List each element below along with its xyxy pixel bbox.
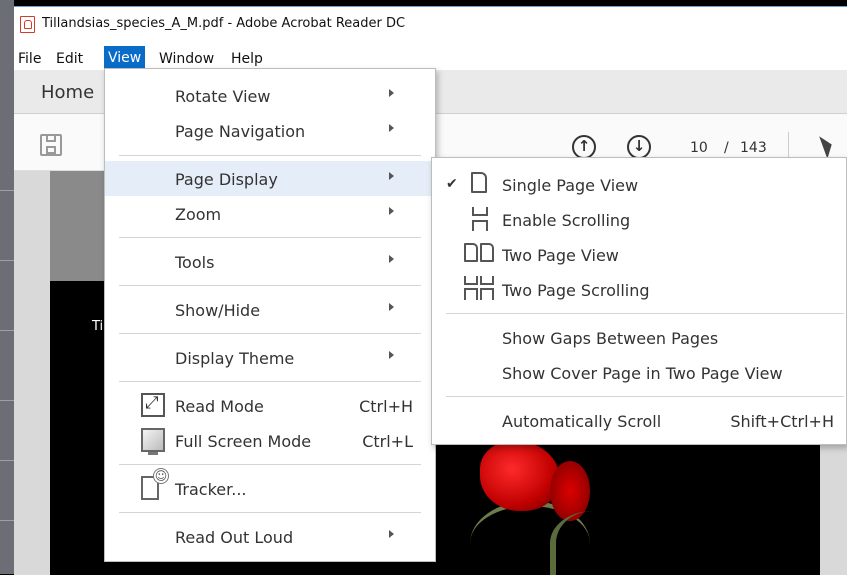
menu-help[interactable]: Help bbox=[227, 48, 267, 70]
menu-item-page-display[interactable]: Page Display bbox=[105, 161, 435, 196]
two-page-icon bbox=[464, 243, 496, 263]
previous-page-button[interactable]: ↑ bbox=[572, 135, 596, 159]
submenu-arrow-icon bbox=[389, 530, 394, 538]
submenu-arrow-icon bbox=[389, 124, 394, 132]
submenu-item-show-gaps[interactable]: Show Gaps Between Pages bbox=[432, 320, 846, 355]
full-screen-icon bbox=[141, 428, 165, 455]
page-separator: / bbox=[724, 140, 729, 156]
menu-item-label: Read Mode bbox=[175, 397, 264, 416]
menu-edit[interactable]: Edit bbox=[52, 48, 87, 70]
page-text: Ti bbox=[92, 319, 104, 334]
submenu-item-label: Show Gaps Between Pages bbox=[502, 329, 719, 348]
menu-divider bbox=[119, 381, 421, 382]
submenu-item-automatically-scroll[interactable]: Automatically Scroll Shift+Ctrl+H bbox=[432, 403, 846, 438]
menu-item-label: Display Theme bbox=[175, 349, 295, 368]
menu-item-label: Full Screen Mode bbox=[175, 432, 312, 451]
select-tool-icon[interactable] bbox=[819, 133, 836, 159]
submenu-item-two-page-scrolling[interactable]: Two Page Scrolling bbox=[432, 272, 846, 307]
menu-item-full-screen-mode[interactable]: Full Screen Mode Ctrl+L bbox=[105, 423, 435, 458]
submenu-arrow-icon bbox=[389, 172, 394, 180]
menu-divider bbox=[119, 285, 421, 286]
two-page-scrolling-icon bbox=[464, 276, 498, 302]
tab-home[interactable]: Home bbox=[41, 82, 94, 103]
menu-file[interactable]: File bbox=[14, 48, 45, 70]
submenu-item-two-page-view[interactable]: Two Page View bbox=[432, 237, 846, 272]
plant-leaf bbox=[550, 511, 636, 575]
menu-item-read-out-loud[interactable]: Read Out Loud bbox=[105, 519, 435, 554]
menu-divider bbox=[119, 333, 421, 334]
menu-item-shortcut: Ctrl+H bbox=[359, 397, 413, 416]
submenu-item-enable-scrolling[interactable]: Enable Scrolling bbox=[432, 202, 846, 237]
submenu-divider bbox=[446, 313, 844, 314]
menu-item-label: Rotate View bbox=[175, 87, 271, 106]
current-page-input[interactable]: 10 bbox=[690, 140, 708, 156]
menu-divider bbox=[119, 464, 421, 465]
submenu-item-label: Automatically Scroll bbox=[502, 412, 662, 431]
checkmark-icon: ✔ bbox=[446, 176, 458, 192]
submenu-item-label: Two Page View bbox=[502, 246, 619, 265]
menu-item-label: Zoom bbox=[175, 205, 222, 224]
menu-item-zoom[interactable]: Zoom bbox=[105, 196, 435, 231]
submenu-divider bbox=[446, 396, 844, 397]
menu-window[interactable]: Window bbox=[155, 48, 218, 70]
submenu-item-label: Enable Scrolling bbox=[502, 211, 631, 230]
tracker-icon bbox=[141, 468, 169, 500]
menu-bar: File Edit View Window Help bbox=[14, 39, 847, 70]
menu-item-label: Tracker... bbox=[175, 480, 247, 499]
red-flower-image bbox=[480, 441, 560, 511]
menu-item-label: Show/Hide bbox=[175, 301, 261, 320]
submenu-item-shortcut: Shift+Ctrl+H bbox=[730, 412, 834, 431]
menu-item-display-theme[interactable]: Display Theme bbox=[105, 340, 435, 375]
submenu-item-single-page-view[interactable]: ✔ Single Page View bbox=[432, 167, 846, 202]
read-mode-icon bbox=[141, 393, 165, 417]
view-menu-dropdown: Rotate View Page Navigation Page Display… bbox=[104, 68, 436, 562]
submenu-arrow-icon bbox=[389, 207, 394, 215]
submenu-item-show-cover-page[interactable]: Show Cover Page in Two Page View bbox=[432, 355, 846, 390]
menu-item-rotate-view[interactable]: Rotate View bbox=[105, 78, 435, 113]
pdf-file-icon bbox=[20, 16, 35, 33]
next-page-button[interactable]: ↓ bbox=[627, 135, 651, 159]
submenu-arrow-icon bbox=[389, 303, 394, 311]
menu-view[interactable]: View bbox=[104, 46, 146, 70]
single-page-icon bbox=[471, 172, 487, 193]
submenu-item-label: Show Cover Page in Two Page View bbox=[502, 364, 783, 383]
menu-divider bbox=[119, 512, 421, 513]
submenu-item-label: Single Page View bbox=[502, 176, 639, 195]
window-title: Tillandsias_species_A_M.pdf - Adobe Acro… bbox=[42, 16, 406, 31]
submenu-arrow-icon bbox=[389, 89, 394, 97]
submenu-item-label: Two Page Scrolling bbox=[502, 281, 650, 300]
save-icon[interactable] bbox=[40, 134, 62, 156]
menu-item-tools[interactable]: Tools bbox=[105, 244, 435, 279]
menu-item-page-navigation[interactable]: Page Navigation bbox=[105, 113, 435, 148]
menu-divider bbox=[119, 155, 421, 156]
menu-divider bbox=[119, 237, 421, 238]
menu-item-tracker[interactable]: Tracker... bbox=[105, 468, 435, 506]
submenu-arrow-icon bbox=[389, 351, 394, 359]
menu-item-read-mode[interactable]: Read Mode Ctrl+H bbox=[105, 388, 435, 423]
page-display-submenu: ✔ Single Page View Enable Scrolling Two … bbox=[431, 157, 847, 445]
menu-item-label: Page Display bbox=[175, 170, 278, 189]
total-pages: 143 bbox=[740, 140, 767, 156]
menu-item-show-hide[interactable]: Show/Hide bbox=[105, 292, 435, 327]
scrolling-icon bbox=[470, 207, 490, 231]
menu-item-shortcut: Ctrl+L bbox=[362, 432, 413, 451]
title-bar: Tillandsias_species_A_M.pdf - Adobe Acro… bbox=[14, 7, 847, 39]
submenu-arrow-icon bbox=[389, 255, 394, 263]
menu-item-label: Page Navigation bbox=[175, 122, 306, 141]
desktop-edge bbox=[0, 0, 14, 574]
menu-item-label: Read Out Loud bbox=[175, 528, 294, 547]
menu-item-label: Tools bbox=[175, 253, 215, 272]
